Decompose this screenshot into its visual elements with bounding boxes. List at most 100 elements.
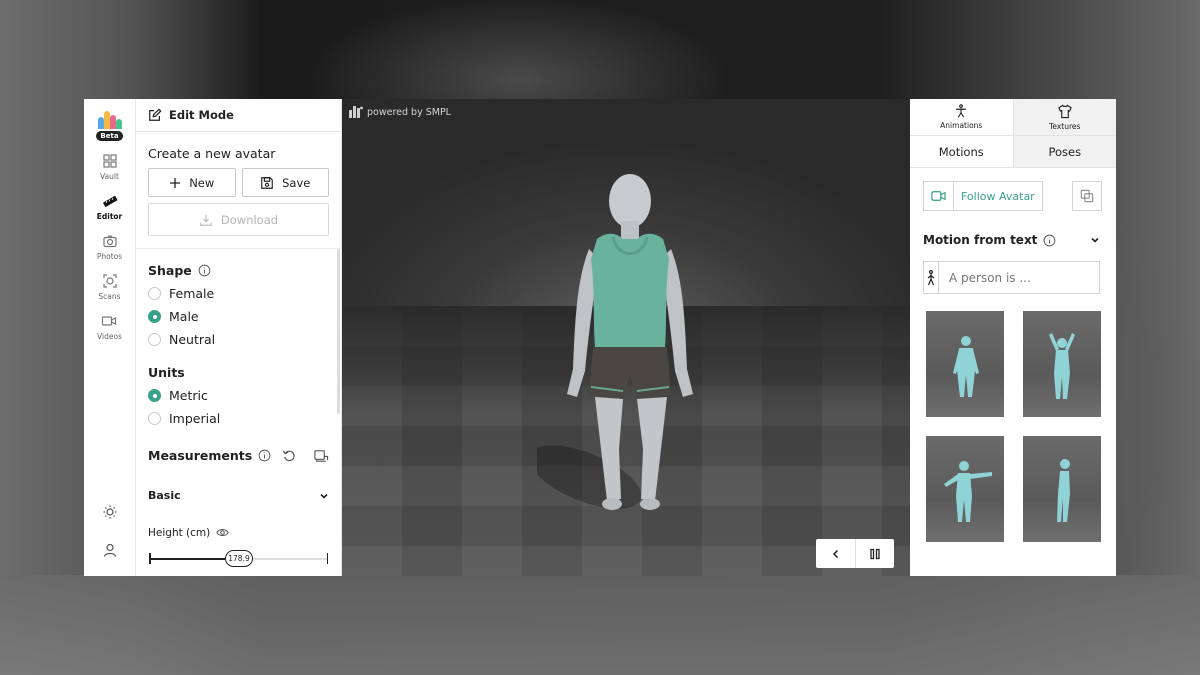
- measure-tape-icon[interactable]: [313, 448, 329, 463]
- scan-icon: [102, 274, 117, 288]
- height-slider[interactable]: 178.9: [149, 550, 328, 567]
- chevron-down-icon: [320, 493, 328, 499]
- rail-item-vault[interactable]: Vault: [100, 153, 119, 181]
- new-button-label: New: [189, 175, 215, 190]
- motion-thumbnail[interactable]: [926, 436, 1004, 542]
- download-button[interactable]: Download: [148, 203, 329, 236]
- shape-option-male[interactable]: Male: [148, 309, 341, 324]
- motion-prompt: [923, 261, 1100, 294]
- tab-poses[interactable]: Poses: [1012, 136, 1116, 167]
- save-button[interactable]: Save: [241, 168, 329, 197]
- units-title: Units: [148, 365, 185, 380]
- avatar-figure[interactable]: [537, 159, 727, 519]
- shape-option-female[interactable]: Female: [148, 286, 341, 301]
- radio-imperial[interactable]: [148, 412, 161, 425]
- tab-animations[interactable]: Animations: [910, 99, 1013, 135]
- left-nav-rail: Beta Vault Editor Photos Scans Videos: [84, 99, 136, 576]
- save-button-label: Save: [282, 175, 311, 190]
- rail-label-photos: Photos: [96, 252, 123, 261]
- save-icon: [261, 176, 273, 189]
- radio-metric[interactable]: [148, 389, 161, 402]
- smpl-logo-icon: [349, 106, 363, 118]
- grid-icon: [102, 154, 117, 168]
- tab-textures-label: Textures: [1049, 121, 1081, 131]
- height-label: Height (cm): [148, 526, 211, 539]
- radio-female[interactable]: [148, 287, 161, 300]
- units-option-metric[interactable]: Metric: [148, 388, 341, 403]
- pause-icon: [870, 548, 880, 559]
- app-window: Beta Vault Editor Photos Scans Videos Ed…: [84, 99, 1116, 576]
- panel-scrollbar[interactable]: [337, 249, 340, 414]
- rail-item-scans[interactable]: Scans: [98, 273, 121, 301]
- walking-person-icon: [923, 261, 938, 294]
- basic-label: Basic: [148, 489, 181, 502]
- ruler-icon: [102, 195, 118, 208]
- eye-icon[interactable]: [216, 526, 230, 539]
- rail-item-editor[interactable]: Editor: [96, 193, 123, 221]
- reset-icon[interactable]: [282, 448, 297, 463]
- basic-dropdown[interactable]: Basic: [148, 489, 329, 502]
- copy-button[interactable]: [1072, 181, 1102, 211]
- slider-max-tick: [326, 553, 328, 564]
- camera-icon: [102, 235, 117, 248]
- chevron-left-icon: [832, 549, 838, 558]
- download-button-label: Download: [220, 212, 279, 227]
- shape-option-neutral[interactable]: Neutral: [148, 332, 341, 347]
- app-logo[interactable]: [97, 109, 122, 129]
- motion-prompt-input[interactable]: [938, 261, 1100, 294]
- units-section: Units: [148, 365, 341, 380]
- shape-option-label: Female: [169, 286, 215, 301]
- info-icon[interactable]: [1043, 234, 1056, 247]
- animation-panel: Animations Textures Motions Poses Follow: [910, 99, 1116, 576]
- video-camera-icon: [931, 191, 946, 201]
- 3d-viewport[interactable]: powered by SMPL: [342, 99, 910, 576]
- motion-thumbnail[interactable]: [1023, 436, 1101, 542]
- person-icon: [956, 104, 967, 118]
- download-icon: [200, 214, 212, 226]
- tab-textures[interactable]: Textures: [1012, 99, 1116, 135]
- pause-button[interactable]: [855, 539, 894, 568]
- editor-panel: Edit Mode Create a new avatar New Save D…: [136, 99, 342, 576]
- radio-neutral[interactable]: [148, 333, 161, 346]
- edit-icon: [149, 108, 162, 121]
- motion-thumbnail[interactable]: [926, 311, 1004, 417]
- motion-thumbnail[interactable]: [1023, 311, 1101, 417]
- slider-fill: [149, 558, 225, 560]
- follow-avatar-label: Follow Avatar: [961, 189, 1035, 203]
- shape-section: Shape: [148, 263, 341, 278]
- powered-by-badge: powered by SMPL: [349, 106, 451, 118]
- rail-label-videos: Videos: [97, 332, 122, 341]
- plus-icon: [170, 177, 181, 188]
- rail-label-editor: Editor: [96, 212, 123, 221]
- beta-badge: Beta: [96, 131, 123, 141]
- rail-label-scans: Scans: [98, 292, 121, 301]
- motion-from-text-header[interactable]: Motion from text: [923, 233, 1100, 247]
- measurements-title: Measurements: [148, 448, 253, 463]
- motion-thumbnails: [926, 311, 1116, 542]
- new-button[interactable]: New: [148, 168, 236, 197]
- shape-title: Shape: [148, 263, 192, 278]
- height-row: Height (cm): [148, 526, 341, 539]
- radio-male[interactable]: [148, 310, 161, 323]
- rail-item-photos[interactable]: Photos: [97, 233, 122, 261]
- follow-avatar-button[interactable]: Follow Avatar: [923, 181, 1043, 211]
- sun-icon[interactable]: [102, 504, 118, 520]
- previous-button[interactable]: [816, 539, 855, 568]
- shape-option-label: Male: [169, 309, 199, 324]
- tab-motions[interactable]: Motions: [910, 136, 1013, 167]
- playback-controls: [816, 539, 894, 568]
- shirt-icon: [1057, 104, 1072, 118]
- tab-animations-label: Animations: [940, 121, 983, 130]
- user-icon[interactable]: [102, 542, 118, 558]
- slider-thumb[interactable]: 178.9: [225, 550, 253, 567]
- units-option-imperial[interactable]: Imperial: [148, 411, 341, 426]
- powered-by-text: powered by SMPL: [367, 106, 451, 118]
- info-icon[interactable]: [198, 264, 211, 277]
- info-icon[interactable]: [258, 449, 271, 462]
- sub-tabs: Motions Poses: [910, 136, 1116, 168]
- motion-from-text-title: Motion from text: [923, 233, 1038, 247]
- rail-label-vault: Vault: [100, 172, 119, 181]
- video-icon: [102, 316, 117, 326]
- copy-icon: [1080, 189, 1094, 203]
- rail-item-videos[interactable]: Videos: [97, 313, 122, 341]
